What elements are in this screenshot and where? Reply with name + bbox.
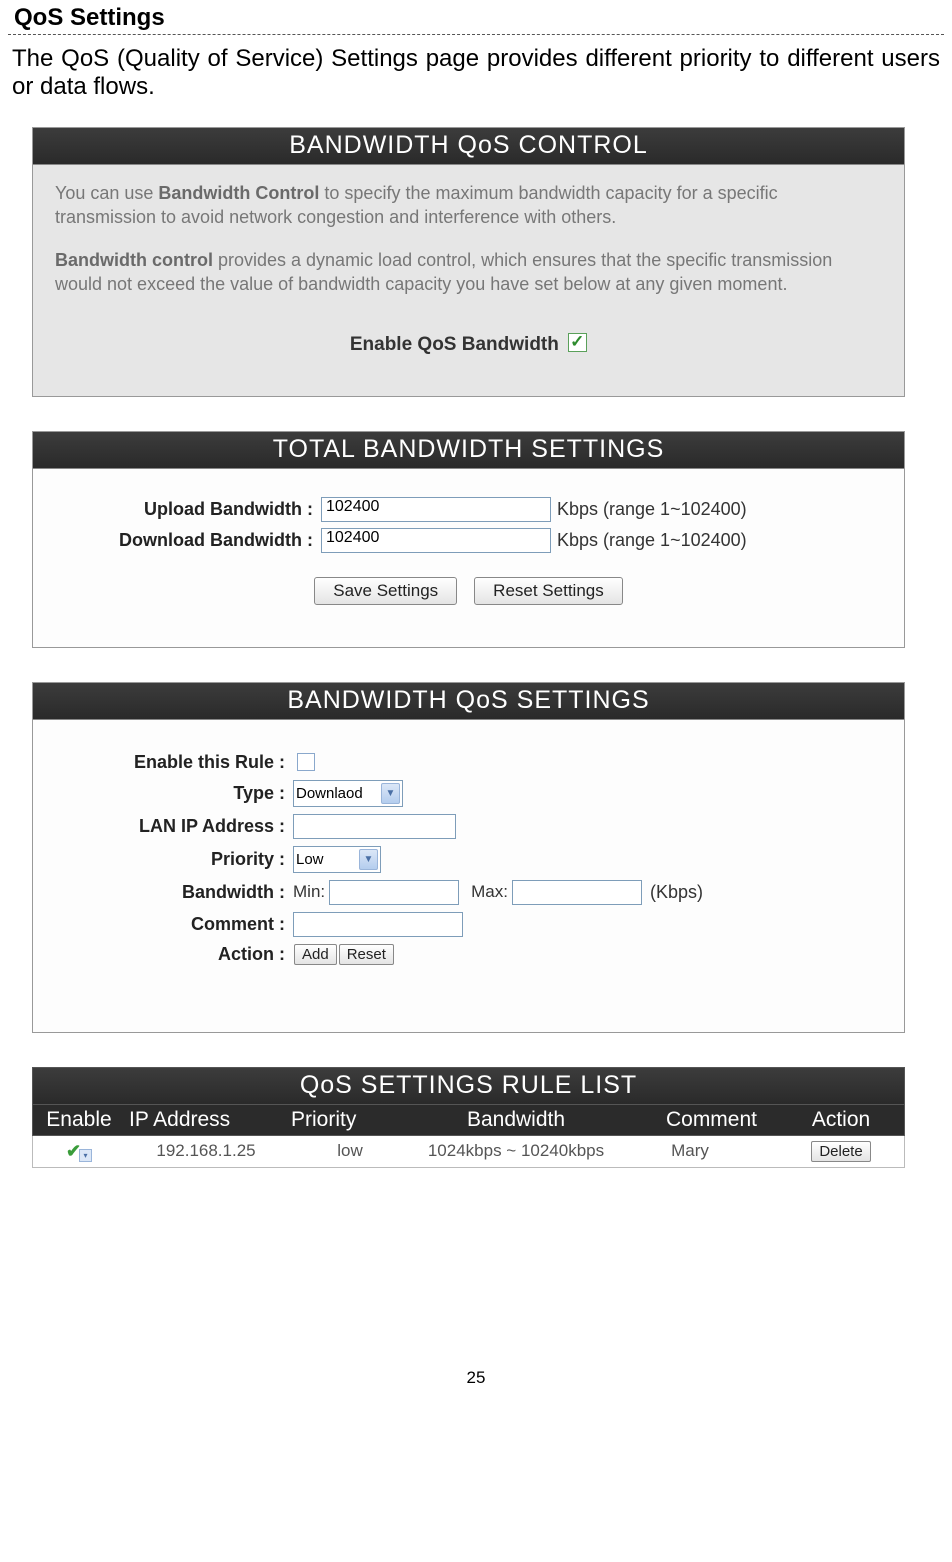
chevron-down-icon: ▼ [381,783,400,804]
title-rule [8,34,944,35]
save-settings-button[interactable]: Save Settings [314,577,457,605]
delete-button[interactable]: Delete [811,1141,870,1162]
comment-label: Comment : [53,914,293,935]
upload-hint: Kbps (range 1~102400) [557,499,747,520]
intro-text: The QoS (Quality of Service) Settings pa… [12,45,940,101]
panel1-header: BANDWIDTH QoS CONTROL [33,128,904,165]
reset-settings-button[interactable]: Reset Settings [474,577,623,605]
chevron-down-icon: ▾ [79,1149,92,1162]
add-button[interactable]: Add [294,944,337,965]
row-priority: low [287,1141,413,1161]
col-bandwidth: Bandwidth [413,1108,619,1132]
kbps-label: (Kbps) [650,882,703,903]
download-bandwidth-input[interactable]: 102400 [321,528,551,553]
upload-bandwidth-input[interactable]: 102400 [321,497,551,522]
row-ip: 192.168.1.25 [125,1141,287,1161]
max-label: Max: [471,882,508,902]
download-hint: Kbps (range 1~102400) [557,530,747,551]
enable-rule-checkbox[interactable] [297,753,315,771]
priority-select-value: Low [296,851,324,868]
type-select[interactable]: Downlaod ▼ [293,780,403,807]
bandwidth-max-input[interactable] [512,880,642,905]
page-number: 25 [8,1368,944,1388]
priority-select[interactable]: Low ▼ [293,846,381,873]
bandwidth-qos-settings-panel: BANDWIDTH QoS SETTINGS Enable this Rule … [32,682,905,1033]
bandwidth-qos-control-panel: BANDWIDTH QoS CONTROL You can use Bandwi… [32,127,905,397]
lan-ip-input[interactable] [293,814,456,839]
reset-button[interactable]: Reset [339,944,394,965]
enable-qos-checkbox[interactable] [568,333,587,352]
panel2-header: TOTAL BANDWIDTH SETTINGS [33,432,904,469]
bandwidth-label: Bandwidth : [53,882,293,903]
enable-qos-label: Enable QoS Bandwidth [350,334,559,355]
enable-toggle[interactable]: ✔▾ [66,1141,92,1162]
download-bandwidth-label: Download Bandwidth : [53,530,321,551]
panel1-p2a: Bandwidth control [55,250,213,270]
row-bandwidth: 1024kbps ~ 10240kbps [413,1141,619,1161]
priority-label: Priority : [53,849,293,870]
chevron-down-icon: ▼ [359,849,378,870]
rulelist-column-headers: Enable IP Address Priority Bandwidth Com… [32,1105,905,1136]
total-bandwidth-settings-panel: TOTAL BANDWIDTH SETTINGS Upload Bandwidt… [32,431,905,648]
col-ip: IP Address [125,1108,287,1132]
page-title: QoS Settings [14,4,944,32]
qos-rule-list-panel: QoS SETTINGS RULE LIST Enable IP Address… [32,1067,905,1168]
upload-bandwidth-label: Upload Bandwidth : [53,499,321,520]
col-comment: Comment [619,1108,787,1132]
table-row: ✔▾ 192.168.1.25 low 1024kbps ~ 10240kbps… [32,1136,905,1168]
screenshot-area: BANDWIDTH QoS CONTROL You can use Bandwi… [32,127,905,1168]
panel1-paragraph1: You can use Bandwidth Control to specify… [55,181,882,230]
type-select-value: Downlaod [296,785,363,802]
col-enable: Enable [33,1108,125,1132]
action-label: Action : [53,944,293,965]
panel1-p1b: Bandwidth Control [158,183,319,203]
lan-ip-label: LAN IP Address : [53,816,293,837]
row-comment: Mary [619,1141,787,1161]
min-label: Min: [293,882,325,902]
panel1-p1a: You can use [55,183,158,203]
type-label: Type : [53,783,293,804]
comment-input[interactable] [293,912,463,937]
panel3-header: BANDWIDTH QoS SETTINGS [33,683,904,720]
col-action: Action [787,1108,895,1132]
col-priority: Priority [287,1108,413,1132]
panel1-paragraph2: Bandwidth control provides a dynamic loa… [55,248,882,297]
enable-rule-label: Enable this Rule : [53,752,293,773]
bandwidth-min-input[interactable] [329,880,459,905]
rulelist-header: QoS SETTINGS RULE LIST [32,1067,905,1105]
